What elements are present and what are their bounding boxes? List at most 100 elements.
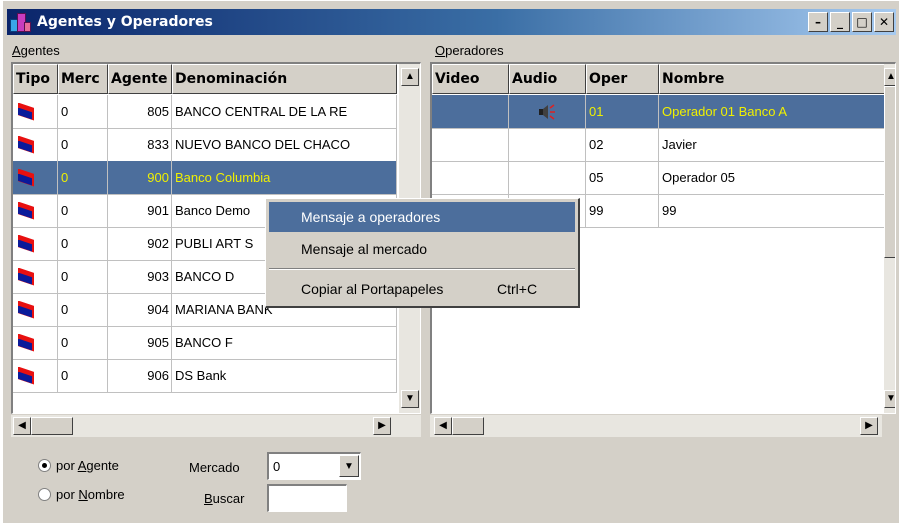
oper-cell[interactable]: 05 [586, 161, 659, 195]
nombre-cell[interactable]: Javier [659, 128, 885, 162]
merc-cell[interactable]: 0 [58, 326, 108, 360]
col-header-merc[interactable]: Merc [58, 64, 108, 94]
agente-cell[interactable]: 904 [108, 293, 172, 327]
col-header-agente[interactable]: Agente [108, 64, 172, 94]
agente-cell[interactable]: 906 [108, 359, 172, 393]
nombre-cell[interactable]: Operador 05 [659, 161, 885, 195]
arrow-down-icon: ▼ [405, 393, 415, 404]
operadores-label: Operadores [435, 43, 504, 58]
title-bar[interactable]: Agentes y Operadores – _ □ ✕ [7, 9, 896, 35]
arrow-up-icon: ▲ [405, 71, 415, 82]
agente-cell[interactable]: 902 [108, 227, 172, 261]
oper-cell[interactable]: 01 [586, 95, 659, 129]
col-header-nombre[interactable]: Nombre [659, 64, 885, 94]
menu-item-mensaje-mercado[interactable]: Mensaje al mercado [269, 234, 575, 264]
close-button[interactable]: ✕ [874, 12, 894, 32]
hscroll-thumb[interactable] [31, 417, 73, 435]
nombre-cell[interactable]: 99 [659, 194, 885, 228]
arrow-left-icon: ◀ [439, 420, 447, 431]
minimize-button[interactable]: _ [830, 12, 850, 32]
merc-cell[interactable]: 0 [58, 128, 108, 162]
agentes-hscroll[interactable]: ◀ ▶ [11, 415, 421, 437]
menu-item-mensaje-operadores[interactable]: Mensaje a operadores [269, 202, 575, 232]
agente-cell[interactable]: 805 [108, 95, 172, 129]
table-row[interactable]: 0 906 DS Bank [13, 359, 397, 393]
agente-cell[interactable]: 833 [108, 128, 172, 162]
scroll-right-button[interactable]: ▶ [373, 417, 391, 435]
merc-cell[interactable]: 0 [58, 359, 108, 393]
tipo-cell[interactable] [13, 161, 58, 195]
merc-cell[interactable]: 0 [58, 227, 108, 261]
table-row[interactable]: 0 905 BANCO F [13, 326, 397, 360]
radio-por-nombre[interactable]: por Nombre [38, 487, 125, 502]
tipo-cell[interactable] [13, 359, 58, 393]
audio-cell[interactable] [509, 95, 586, 129]
scroll-down-button[interactable]: ▼ [401, 390, 419, 408]
oper-cell[interactable]: 02 [586, 128, 659, 162]
col-header-oper[interactable]: Oper [586, 64, 659, 94]
scroll-left-button[interactable]: ◀ [434, 417, 452, 435]
tipo-cell[interactable] [13, 227, 58, 261]
mercado-dropdown-button[interactable]: ▼ [339, 455, 359, 477]
scroll-up-button[interactable]: ▲ [884, 68, 895, 86]
menu-item-copiar-portapapeles[interactable]: Copiar al Portapapeles Ctrl+C [269, 274, 575, 304]
tipo-cell[interactable] [13, 194, 58, 228]
nombre-cell[interactable]: Operador 01 Banco A [659, 95, 885, 129]
denominacion-cell[interactable]: BANCO F [172, 326, 397, 360]
radio-dot-nombre[interactable] [38, 488, 51, 501]
vscroll-thumb[interactable] [884, 86, 895, 258]
tipo-cell[interactable] [13, 260, 58, 294]
table-row[interactable]: 02 Javier [432, 128, 885, 162]
scroll-left-button[interactable]: ◀ [13, 417, 31, 435]
agente-cell[interactable]: 901 [108, 194, 172, 228]
tipo-cell[interactable] [13, 326, 58, 360]
oper-cell[interactable]: 99 [586, 194, 659, 228]
denominacion-cell[interactable]: NUEVO BANCO DEL CHACO [172, 128, 397, 162]
col-header-denominacion[interactable]: Denominación [172, 64, 397, 94]
mercado-select[interactable]: 0 ▼ [267, 452, 361, 480]
operadores-header: Video Audio Oper Nombre [432, 64, 885, 94]
menu-item-label: Mensaje al mercado [301, 241, 428, 257]
operadores-vscroll[interactable]: ▲ ▼ [884, 64, 895, 413]
col-header-tipo[interactable]: Tipo [13, 64, 58, 94]
hscroll-thumb[interactable] [452, 417, 484, 435]
agente-cell[interactable]: 903 [108, 260, 172, 294]
agente-cell[interactable]: 905 [108, 326, 172, 360]
audio-cell[interactable] [509, 128, 586, 162]
scroll-down-button[interactable]: ▼ [884, 390, 895, 408]
radio-por-agente[interactable]: por Agente [38, 458, 119, 473]
table-row[interactable]: 0 833 NUEVO BANCO DEL CHACO [13, 128, 397, 162]
denominacion-cell[interactable]: DS Bank [172, 359, 397, 393]
radio-dot-agente[interactable] [38, 459, 51, 472]
denominacion-cell[interactable]: Banco Columbia [172, 161, 397, 195]
speaker-icon [509, 103, 585, 121]
tipo-cell[interactable] [13, 128, 58, 162]
merc-cell[interactable]: 0 [58, 194, 108, 228]
tipo-cell[interactable] [13, 95, 58, 129]
audio-cell[interactable] [509, 161, 586, 195]
merc-cell[interactable]: 0 [58, 95, 108, 129]
buscar-input[interactable] [267, 484, 347, 512]
merc-cell[interactable]: 0 [58, 293, 108, 327]
merc-cell[interactable]: 0 [58, 161, 108, 195]
table-row[interactable]: 05 Operador 05 [432, 161, 885, 195]
context-menu: Mensaje a operadores Mensaje al mercado … [265, 198, 580, 308]
maximize-button[interactable]: □ [852, 12, 872, 32]
tipo-cell[interactable] [13, 293, 58, 327]
merc-cell[interactable]: 0 [58, 260, 108, 294]
col-header-audio[interactable]: Audio [509, 64, 586, 94]
scroll-up-button[interactable]: ▲ [401, 68, 419, 86]
video-cell[interactable] [432, 128, 509, 162]
table-row[interactable]: 0 805 BANCO CENTRAL DE LA RE [13, 95, 397, 129]
video-cell[interactable] [432, 95, 509, 129]
denominacion-cell[interactable]: BANCO CENTRAL DE LA RE [172, 95, 397, 129]
scroll-right-button[interactable]: ▶ [860, 417, 878, 435]
video-cell[interactable] [432, 161, 509, 195]
table-row[interactable]: 0 900 Banco Columbia [13, 161, 397, 195]
restore-button[interactable]: – [808, 12, 828, 32]
table-row[interactable]: 01 Operador 01 Banco A [432, 95, 885, 129]
agente-cell[interactable]: 900 [108, 161, 172, 195]
agent-flag-icon [16, 333, 36, 353]
col-header-video[interactable]: Video [432, 64, 509, 94]
operadores-hscroll[interactable]: ◀ ▶ [430, 415, 882, 437]
